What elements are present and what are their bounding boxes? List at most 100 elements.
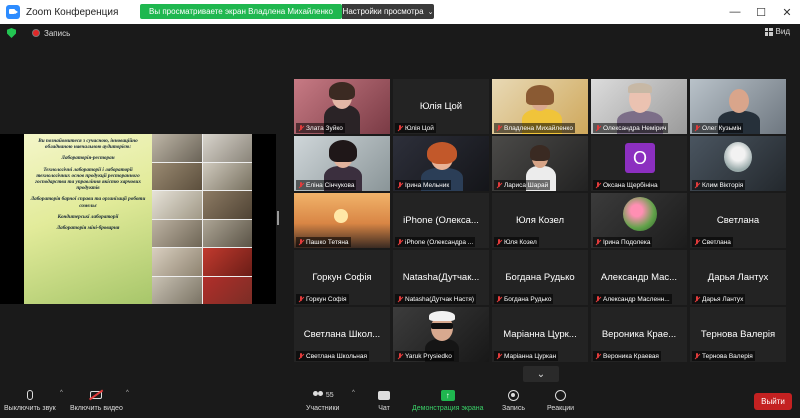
- reaction-smiley-icon: [555, 389, 567, 401]
- photo: [152, 248, 202, 276]
- video-button[interactable]: Включить видео: [70, 387, 123, 412]
- participant-name-label: Ірина Подолека: [593, 237, 653, 247]
- participant-tile[interactable]: Светлана Школ... Светлана Школьная: [294, 307, 390, 362]
- participant-name: Еліна Сінчукова: [306, 181, 355, 189]
- slide-text-panel: Ви познайомитеся з сучасною, інноваційно…: [24, 134, 152, 304]
- mic-muted-icon: [397, 181, 403, 189]
- participant-tile[interactable]: iPhone (Олекса... iPhone (Олександра ...: [393, 193, 489, 248]
- participant-tile[interactable]: Владлена Михайленко: [492, 79, 588, 134]
- participant-name: Ірина Подолека: [603, 238, 651, 246]
- view-options-label: Настройки просмотра: [342, 7, 424, 16]
- photo: [202, 134, 252, 162]
- participant-tile[interactable]: Богдана Рудько Богдана Рудько: [492, 250, 588, 305]
- video-options-caret-icon[interactable]: ^: [126, 390, 129, 396]
- participant-tile[interactable]: Вероника Крае... Вероника Краевая: [591, 307, 687, 362]
- participant-tile[interactable]: Пашко Тетяна: [294, 193, 390, 248]
- participant-tile[interactable]: O Оксана Щербініна: [591, 136, 687, 191]
- participant-name-label: Пашко Тетяна: [296, 237, 351, 247]
- participant-video: [329, 82, 355, 100]
- splitter-handle[interactable]: [277, 211, 279, 225]
- participant-tile[interactable]: Еліна Сінчукова: [294, 136, 390, 191]
- slide-photo-collage: [152, 134, 252, 304]
- participant-name: Оксана Щербініна: [603, 181, 658, 189]
- slide-item: Лабораторія міні-броварня: [56, 225, 120, 232]
- participant-tile[interactable]: Yaruk Prysiedko: [393, 307, 489, 362]
- participant-video: [530, 145, 550, 161]
- photo: [202, 191, 252, 219]
- record-button[interactable]: Запись: [502, 387, 525, 412]
- participant-tile[interactable]: Юлія Цой Юлія Цой: [393, 79, 489, 134]
- participant-name-label: Горкун Софія: [296, 294, 349, 304]
- mic-muted-icon: [298, 181, 304, 189]
- mic-muted-icon: [694, 124, 700, 132]
- leave-meeting-button[interactable]: Выйти: [754, 393, 792, 410]
- participant-tile[interactable]: Лариса Шарай: [492, 136, 588, 191]
- participant-video: [623, 197, 657, 231]
- title-bar: Zoom Конференция Вы просматриваете экран…: [0, 0, 800, 24]
- participant-video: [526, 85, 554, 105]
- participant-tile[interactable]: Ірина Подолека: [591, 193, 687, 248]
- security-shield-icon[interactable]: [7, 28, 16, 38]
- participant-tile[interactable]: Natasha(Дутчак... Natasha(Дутчак Настя): [393, 250, 489, 305]
- window-controls: — ☐ ✕: [722, 0, 800, 24]
- mic-muted-icon: [298, 238, 304, 246]
- reactions-button[interactable]: Реакции: [547, 387, 574, 412]
- close-button[interactable]: ✕: [774, 0, 800, 24]
- photo: [152, 219, 202, 247]
- participant-name-label: Клим Вікторія: [692, 180, 746, 190]
- chevron-down-icon[interactable]: ⌄: [523, 366, 559, 382]
- mic-muted-icon: [595, 238, 601, 246]
- maximize-button[interactable]: ☐: [748, 0, 774, 24]
- participants-options-caret-icon[interactable]: ^: [352, 390, 355, 396]
- screen-share-banner: Вы просматриваете экран Владлена Михайле…: [140, 4, 342, 19]
- view-options-dropdown[interactable]: Настройки просмотра ⌄: [342, 4, 434, 19]
- participant-name: Юлія Цой: [405, 124, 434, 132]
- participant-tile[interactable]: Маріанна Цурк... Маріанна Цуркан: [492, 307, 588, 362]
- slide-intro: Ви познайомитеся з сучасною, інноваційно…: [38, 138, 138, 151]
- video-label: Включить видео: [70, 405, 123, 412]
- presentation-slide: Ви познайомитеся з сучасною, інноваційно…: [24, 134, 252, 304]
- share-screen-button[interactable]: ↑ Демонстрация экрана: [412, 387, 484, 412]
- video-off-icon: [90, 391, 103, 399]
- mic-muted-icon: [496, 352, 502, 360]
- participant-tile[interactable]: Дарья Лантух Дарья Лантух: [690, 250, 786, 305]
- microphone-icon: [26, 390, 33, 400]
- share-screen-label: Демонстрация экрана: [412, 405, 484, 412]
- participant-name: iPhone (Олександра ...: [405, 238, 474, 246]
- participant-tile[interactable]: Ірина Мельник: [393, 136, 489, 191]
- zoom-window: Zoom Конференция Вы просматриваете экран…: [0, 0, 800, 418]
- participant-tile[interactable]: Юля Козел Юля Козел: [492, 193, 588, 248]
- mic-muted-icon: [298, 352, 304, 360]
- chevron-down-icon: ⌄: [427, 8, 434, 16]
- participant-tile[interactable]: Олег Кузьмін: [690, 79, 786, 134]
- participant-tile[interactable]: Злата Зуйко: [294, 79, 390, 134]
- participant-video: [427, 142, 457, 164]
- participant-name-label: Богдана Рудько: [494, 294, 554, 304]
- participant-name: Александр Масленн...: [603, 295, 670, 303]
- shared-screen[interactable]: Ви познайомитеся з сучасною, інноваційно…: [0, 134, 276, 304]
- participants-icon: [312, 390, 324, 400]
- record-icon: [507, 389, 519, 401]
- chat-button[interactable]: Чат: [378, 387, 390, 412]
- photo: [152, 134, 202, 162]
- participant-tile[interactable]: Тернова Валерія Тернова Валерія: [690, 307, 786, 362]
- participant-tile[interactable]: Светлана Светлана: [690, 193, 786, 248]
- participant-name-label: Маріанна Цуркан: [494, 351, 559, 361]
- participant-tile[interactable]: Горкун Софія Горкун Софія: [294, 250, 390, 305]
- participant-name: Олександра Немірич: [603, 124, 667, 132]
- participant-name-label: iPhone (Олександра ...: [395, 237, 476, 247]
- participant-tile[interactable]: Клим Вікторія: [690, 136, 786, 191]
- participant-tile[interactable]: Олександра Немірич: [591, 79, 687, 134]
- photo: [152, 191, 202, 219]
- participants-count: 55: [325, 391, 334, 399]
- participant-tile[interactable]: Александр Мас... Александр Масленн...: [591, 250, 687, 305]
- participant-name: Ірина Мельник: [405, 181, 450, 189]
- minimize-button[interactable]: —: [722, 0, 748, 24]
- mute-button[interactable]: Выключить звук: [4, 387, 56, 412]
- participant-name-label: Владлена Михайленко: [494, 123, 575, 133]
- participants-button[interactable]: 55 Участники: [306, 387, 339, 412]
- mic-muted-icon: [694, 238, 700, 246]
- mic-muted-icon: [496, 295, 502, 303]
- view-button[interactable]: Вид: [764, 27, 790, 36]
- audio-options-caret-icon[interactable]: ^: [60, 390, 63, 396]
